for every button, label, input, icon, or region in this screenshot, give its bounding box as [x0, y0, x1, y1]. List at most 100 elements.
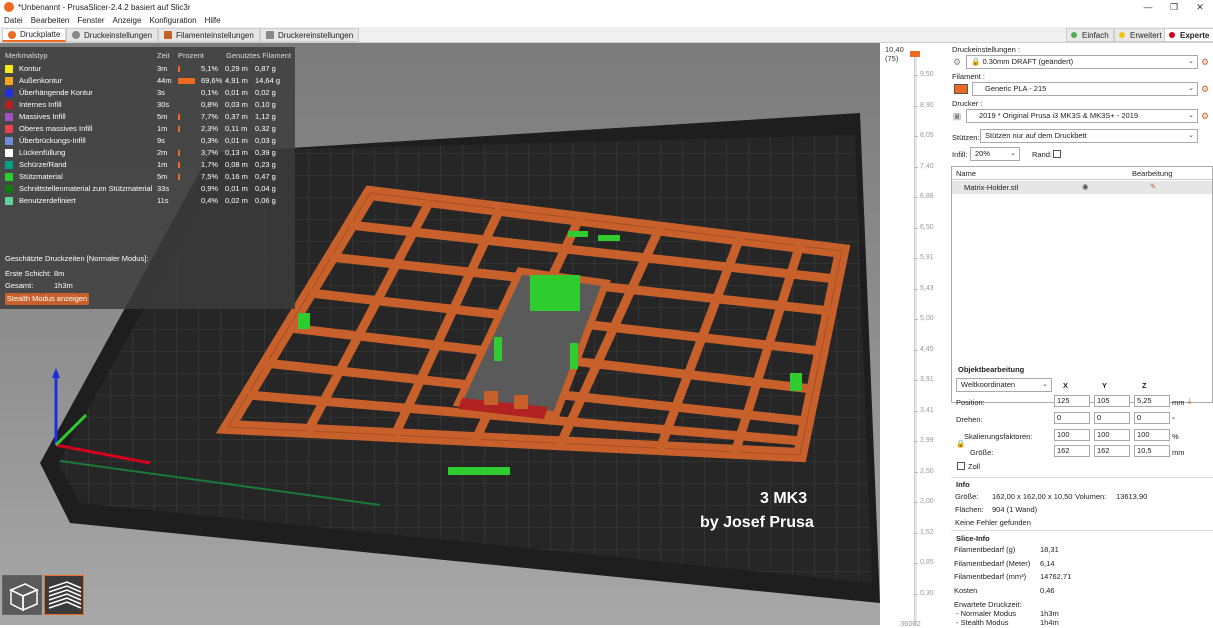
print-settings-select[interactable]: 🔒 0.30mm DRAFT (geändert) ⌄ — [966, 55, 1198, 69]
legend-meters: 0,01 m — [225, 184, 248, 193]
maximize-button[interactable]: ❐ — [1161, 0, 1187, 14]
cube-icon — [9, 583, 39, 612]
slider-upper-thumb[interactable] — [910, 51, 920, 57]
legend-time: 44m — [157, 76, 172, 85]
support-block — [448, 467, 510, 475]
info-size-value: 162,00 x 162,00 x 10,50 — [992, 492, 1073, 501]
feature-legend-panel: Merkmalstyp Zeit Prozent Genutztes Filam… — [0, 47, 295, 309]
size-x-input[interactable]: 162 — [1054, 445, 1090, 457]
inch-checkbox[interactable] — [957, 462, 965, 470]
tab-druckeinstellungen[interactable]: Druckeinstellungen — [66, 28, 159, 42]
title-bar: *Unbenannt - PrusaSlicer-2.4.2 basiert a… — [0, 0, 1213, 14]
edit-object-icon[interactable]: ✎ — [1150, 182, 1156, 191]
position-z-input[interactable]: 5,25 — [1134, 395, 1170, 407]
mode-erweitert-button[interactable]: Erweitert — [1114, 28, 1167, 42]
minimize-button[interactable]: — — [1135, 0, 1161, 14]
printer-select[interactable]: 2019 * Original Prusa i3 MK3S & MK3S+ - … — [966, 109, 1198, 123]
legend-percent-bar — [178, 174, 180, 180]
lock-icon[interactable]: 🔒 — [956, 439, 965, 448]
printer-value: 2019 * Original Prusa i3 MK3S & MK3S+ - … — [979, 111, 1139, 120]
close-button[interactable]: ✕ — [1187, 0, 1213, 14]
position-y-input[interactable]: 105 — [1094, 395, 1130, 407]
column-edit-header[interactable]: Bearbeitung — [1132, 169, 1172, 178]
mode-experte-button[interactable]: Experte — [1164, 28, 1213, 42]
menu-bearbeiten[interactable]: Bearbeiten — [31, 16, 70, 25]
3d-view-cube-icon[interactable] — [2, 575, 42, 615]
layer-slider[interactable]: 10,40 (75) 9,50 8,90 8,05 7,40 6,88 6,50 5,91 5… — [880, 43, 948, 628]
scale-x-input[interactable]: 100 — [1054, 429, 1090, 441]
legend-grams: 0,03 g — [255, 136, 276, 145]
legend-percent: 3,7% — [201, 148, 219, 157]
slider-track[interactable] — [914, 57, 917, 625]
legend-color-swatch — [5, 161, 13, 169]
legend-header-filament: Genutztes Filament — [226, 51, 292, 60]
drop-to-bed-icon[interactable]: ⤓ — [1188, 396, 1191, 406]
menu-datei[interactable]: Datei — [4, 16, 23, 25]
brim-checkbox[interactable] — [1053, 150, 1061, 158]
position-x-input[interactable]: 125 — [1054, 395, 1090, 407]
rotate-x-input[interactable]: 0 — [1054, 412, 1090, 424]
infill-select[interactable]: 20% ⌄ — [970, 147, 1020, 161]
bed-brand-text-2: by Josef Prusa — [700, 514, 814, 531]
tab-druckereinstellungen[interactable]: Druckereinstellungen — [260, 28, 360, 42]
filament-label: Filament : — [952, 72, 985, 81]
tab-druckplatte[interactable]: Druckplatte — [2, 28, 67, 42]
info-title: Info — [956, 480, 970, 489]
size-z-input[interactable]: 10,5 — [1134, 445, 1170, 457]
filament-color-swatch[interactable] — [954, 84, 968, 94]
scale-y-input[interactable]: 100 — [1094, 429, 1130, 441]
supports-label: Stützen: — [952, 133, 980, 142]
edit-preset-icon[interactable]: ⚙ — [1200, 57, 1210, 67]
size-y-input[interactable]: 162 — [1094, 445, 1130, 457]
legend-color-swatch — [5, 89, 13, 97]
slider-tick-label: 7,40 — [914, 162, 934, 170]
rotate-y-input[interactable]: 0 — [1094, 412, 1130, 424]
legend-feature-name: Benutzerdefiniert — [19, 196, 76, 205]
slider-top-layer: (75) — [885, 54, 899, 63]
legend-feature-name: Schnittstellenmaterial zum Stützmaterial — [19, 184, 153, 193]
scale-z-input[interactable]: 100 — [1134, 429, 1170, 441]
3d-preview-viewport[interactable]: 3 MK3 by Josef Prusa Merkmalstyp Zeit Pr… — [0, 43, 880, 625]
info-facets-value: 904 (1 Wand) — [992, 505, 1038, 514]
legend-color-swatch — [5, 113, 13, 121]
legend-percent: 0,8% — [201, 100, 219, 109]
tab-filamenteinstellungen[interactable]: Filamenteinstellungen — [158, 28, 260, 42]
supports-value: Stützen nur auf dem Druckbett — [985, 131, 1087, 140]
edit-preset-icon[interactable]: ⚙ — [1200, 84, 1210, 94]
legend-color-swatch — [5, 137, 13, 145]
show-stealth-mode-button[interactable]: Stealth Modus anzeigen — [5, 293, 89, 305]
legend-feature-name: Überhängende Kontur — [19, 88, 93, 97]
slider-top-value: 10,40 — [885, 45, 904, 54]
slider-tick-label: 3,41 — [914, 406, 934, 414]
menu-konfiguration[interactable]: Konfiguration — [149, 16, 196, 25]
menu-anzeige[interactable]: Anzeige — [113, 16, 142, 25]
estimated-time-label: Erwartete Druckzeit: — [954, 600, 1022, 609]
mode-dot-icon — [1169, 32, 1175, 38]
menu-hilfe[interactable]: Hilfe — [205, 16, 221, 25]
print-settings-label: Druckeinstellungen : — [952, 45, 1020, 54]
slider-tick-label: 9,50 — [914, 71, 934, 78]
preview-layers-icon[interactable] — [44, 575, 84, 615]
legend-feature-name: Stützmaterial — [19, 172, 63, 181]
legend-percent-bar — [178, 78, 195, 84]
filament-select[interactable]: Generic PLA - 215 ⌄ — [972, 82, 1198, 96]
legend-row: Lückenfüllung 2m 3,7% 0,13 m 0,39 g — [0, 147, 295, 159]
mode-einfach-button[interactable]: Einfach — [1066, 28, 1114, 42]
legend-header-percent: Prozent — [178, 51, 204, 60]
stealth-mode-value: 1h4m — [1040, 618, 1059, 627]
rotate-z-input[interactable]: 0 — [1134, 412, 1170, 424]
legend-grams: 0,47 g — [255, 172, 276, 181]
tab-label: Druckereinstellungen — [278, 30, 354, 40]
legend-feature-name: Schürze/Rand — [19, 160, 67, 169]
supports-select[interactable]: Stützen nur auf dem Druckbett ⌄ — [980, 129, 1198, 143]
coordinate-mode-select[interactable]: Weltkoordinaten ⌄ — [956, 378, 1052, 392]
menu-fenster[interactable]: Fenster — [77, 16, 104, 25]
mode-dot-icon — [1119, 32, 1125, 38]
eye-icon[interactable]: ◉ — [1082, 182, 1089, 191]
inch-label: Zoll — [968, 462, 981, 471]
column-name-header[interactable]: Name — [956, 169, 976, 178]
object-list-item[interactable]: Matrix-Holder.stl ◉ ✎ — [952, 181, 1212, 194]
print-settings-value: 0.30mm DRAFT (geändert) — [982, 57, 1074, 66]
slider-tick-label: 2,50 — [914, 467, 934, 475]
edit-preset-icon[interactable]: ⚙ — [1200, 111, 1210, 121]
